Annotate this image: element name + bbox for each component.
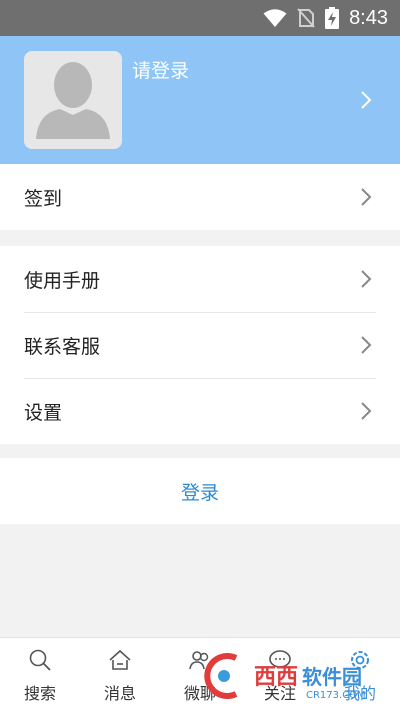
status-time: 8:43	[349, 6, 388, 29]
chevron-right-icon	[360, 335, 372, 359]
chevron-right-icon[interactable]	[360, 90, 372, 114]
bottom-nav: 搜索 消息 微聊 关注 我的	[0, 637, 400, 710]
nav-item-mine[interactable]: 我的	[320, 638, 400, 710]
chevron-right-icon	[360, 187, 372, 211]
nav-label: 关注	[263, 684, 296, 703]
home-icon	[108, 648, 132, 676]
contacts-icon	[188, 648, 212, 676]
nav-item-chat[interactable]: 微聊	[160, 638, 240, 710]
default-avatar-icon[interactable]	[24, 51, 122, 149]
nav-label: 搜索	[23, 684, 56, 703]
menu-item-label: 设置	[24, 401, 63, 424]
nav-item-follow[interactable]: 关注	[240, 638, 320, 710]
chevron-right-icon	[360, 401, 372, 425]
menu-item-label: 联系客服	[24, 335, 101, 358]
nav-label: 我的	[343, 684, 376, 703]
profile-header[interactable]: 请登录	[0, 36, 400, 164]
battery-charging-icon	[325, 7, 340, 29]
checkin-card: 签到	[0, 164, 400, 230]
wifi-icon	[263, 8, 287, 28]
menu-card: 使用手册 联系客服 设置	[0, 246, 400, 444]
login-prompt[interactable]: 请登录	[132, 56, 189, 83]
menu-item-label: 签到	[24, 187, 63, 210]
gear-icon	[348, 648, 372, 676]
nav-item-messages[interactable]: 消息	[80, 638, 160, 710]
chat-bubble-icon	[268, 648, 292, 676]
menu-item-settings[interactable]: 设置	[0, 378, 400, 444]
status-bar: 8:43	[0, 0, 400, 36]
menu-item-checkin[interactable]: 签到	[0, 164, 400, 230]
menu-item-label: 使用手册	[24, 269, 101, 292]
nav-item-search[interactable]: 搜索	[0, 638, 80, 710]
search-icon	[28, 648, 52, 676]
menu-item-manual[interactable]: 使用手册	[0, 246, 400, 312]
nav-label: 消息	[103, 684, 136, 703]
menu-item-customer-service[interactable]: 联系客服	[0, 312, 400, 378]
no-sim-icon	[297, 8, 315, 28]
chevron-right-icon	[360, 269, 372, 293]
login-card[interactable]: 登录	[0, 458, 400, 524]
nav-label: 微聊	[183, 684, 216, 703]
login-button[interactable]: 登录	[181, 478, 219, 505]
